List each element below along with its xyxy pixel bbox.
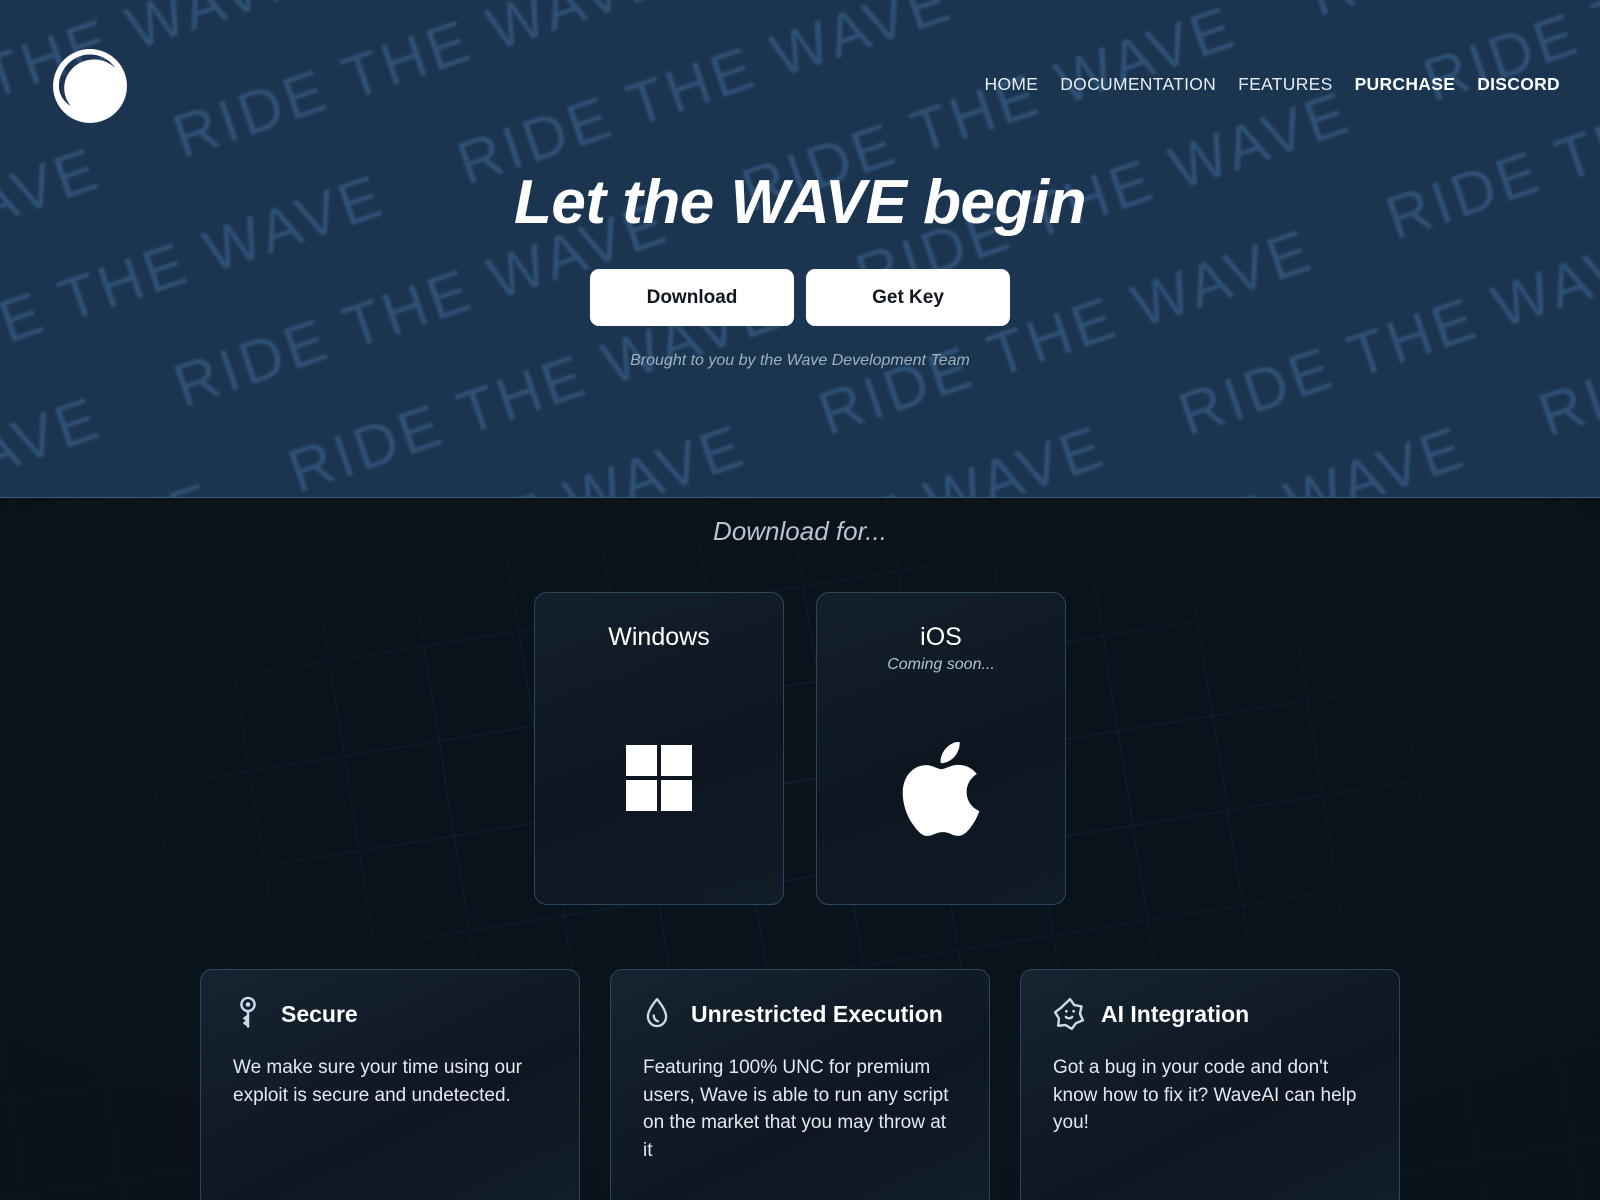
download-section: Download for... Windows iOS Coming soon.…	[0, 498, 1600, 1200]
pattern-row: RIDE THE WAVE RIDE THE WAVE RIDE THE WAV…	[0, 0, 1600, 497]
platform-name-windows: Windows	[608, 623, 710, 651]
nav-item-features[interactable]: FEATURES	[1238, 74, 1332, 95]
main-navigation[interactable]: HOME DOCUMENTATION FEATURES PURCHASE DIS…	[985, 74, 1560, 95]
platform-card-list: Windows iOS Coming soon...	[0, 592, 1600, 905]
wave-swirl-logo[interactable]	[48, 44, 132, 128]
nav-item-discord[interactable]: DISCORD	[1477, 74, 1560, 95]
feature-card-unrestricted-execution[interactable]: Unrestricted Execution Featuring 100% UN…	[610, 969, 990, 1200]
hero-section: RIDE THE WAVE RIDE THE WAVE RIDE THE WAV…	[0, 0, 1600, 498]
download-heading: Download for...	[713, 516, 887, 546]
feature-title-secure: Secure	[281, 1000, 358, 1027]
key-icon	[233, 996, 267, 1032]
platform-card-windows[interactable]: Windows	[534, 592, 784, 905]
hero-button-group: Download Get Key	[0, 269, 1600, 327]
apple-logo-icon	[902, 729, 980, 849]
feature-title-unrestricted-execution: Unrestricted Execution	[691, 1000, 943, 1027]
nav-item-home[interactable]: HOME	[985, 74, 1039, 95]
hero-content: Let the WAVE begin Download Get Key Brou…	[0, 0, 1600, 370]
download-button[interactable]: Download	[590, 269, 794, 327]
feature-body-unrestricted-execution: Featuring 100% UNC for premium users, Wa…	[643, 1057, 949, 1162]
get-key-button[interactable]: Get Key	[806, 269, 1010, 327]
feature-card-ai-integration[interactable]: AI Integration Got a bug in your code an…	[1020, 969, 1400, 1200]
platform-name-ios: iOS	[920, 623, 962, 651]
platform-card-ios[interactable]: iOS Coming soon...	[816, 592, 1066, 905]
feature-title-ai-integration: AI Integration	[1101, 1000, 1250, 1027]
windows-logo-icon	[626, 718, 692, 838]
feature-card-secure[interactable]: Secure We make sure your time using our …	[200, 969, 580, 1200]
feature-body-secure: We make sure your time using our exploit…	[233, 1057, 522, 1106]
droplet-icon	[643, 996, 677, 1032]
feature-body-ai-integration: Got a bug in your code and don't know ho…	[1053, 1057, 1357, 1134]
smiling-star-icon	[1053, 996, 1087, 1032]
hero-title: Let the WAVE begin	[514, 168, 1086, 237]
hero-credit-text: Brought to you by the Wave Development T…	[630, 352, 970, 370]
feature-card-list: Secure We make sure your time using our …	[0, 969, 1600, 1200]
nav-item-documentation[interactable]: DOCUMENTATION	[1060, 74, 1216, 95]
platform-subtitle-ios: Coming soon...	[887, 656, 995, 673]
nav-item-purchase[interactable]: PURCHASE	[1355, 74, 1456, 95]
